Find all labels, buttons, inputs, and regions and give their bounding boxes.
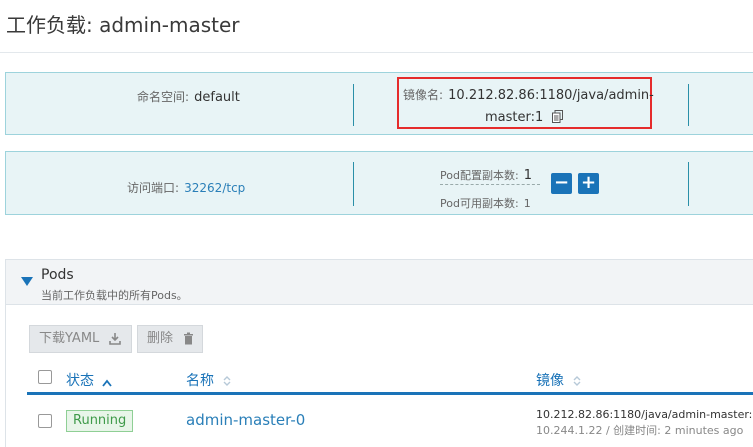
namespace-value: default xyxy=(194,90,240,105)
status-badge: Running xyxy=(66,410,134,432)
pod-image-value: 10.212.82.86:1180/java/admin-master:1 xyxy=(536,408,753,421)
pod-config-label: Pod配置副本数: xyxy=(440,169,519,182)
collapse-caret-icon[interactable] xyxy=(21,277,33,286)
pod-config-value: 1 xyxy=(523,168,533,183)
namespace-label: 命名空间: xyxy=(137,90,190,104)
delete-label: 删除 xyxy=(147,331,174,346)
download-icon xyxy=(109,333,122,345)
image-column-header[interactable]: 镜像 xyxy=(536,370,582,390)
panel-divider xyxy=(353,162,354,206)
pods-title: Pods xyxy=(41,267,74,283)
row-select-checkbox[interactable] xyxy=(38,414,52,428)
decrease-replicas-button[interactable]: − xyxy=(551,173,572,194)
download-yaml-label: 下载YAML xyxy=(39,331,100,346)
image-value-line1: 10.212.82.86:1180/java/admin- xyxy=(448,88,654,103)
workload-info-panel: 命名空间: default 镜像名: 10.212.82.86:1180/jav… xyxy=(5,72,753,135)
sort-icon xyxy=(223,376,231,386)
pod-config-field: Pod配置副本数: 1 xyxy=(440,164,532,183)
status-column-label: 状态 xyxy=(66,373,94,389)
panel-divider xyxy=(688,84,689,126)
sort-icon xyxy=(102,379,113,387)
panel-divider xyxy=(353,84,354,126)
workload-scale-panel: 访问端口: 32262/tcp Pod配置副本数: 1 Pod可用副本数: 1 … xyxy=(5,151,753,215)
panel-divider xyxy=(688,162,689,206)
name-column-header[interactable]: 名称 xyxy=(186,370,232,390)
image-label: 镜像名: xyxy=(403,88,444,102)
status-column-header[interactable]: 状态 xyxy=(66,370,113,390)
port-label: 访问端口: xyxy=(127,181,180,195)
pod-available-value: 1 xyxy=(523,197,531,210)
sort-icon xyxy=(573,376,581,386)
image-value-line2: master:1 xyxy=(485,110,544,125)
page-title: 工作负载: admin-master xyxy=(6,13,240,37)
pods-table-header: 状态 名称 镜像 xyxy=(27,365,753,395)
namespace-field: 命名空间: default xyxy=(137,86,240,105)
download-yaml-button[interactable]: 下载YAML xyxy=(29,325,132,353)
pod-available-field: Pod可用副本数: 1 xyxy=(440,192,531,211)
port-link[interactable]: 32262/tcp xyxy=(184,181,245,195)
title-divider xyxy=(0,52,753,53)
copy-icon[interactable] xyxy=(552,108,564,127)
image-highlight-box: 镜像名: 10.212.82.86:1180/java/admin- maste… xyxy=(397,77,654,129)
port-field: 访问端口: 32262/tcp xyxy=(127,177,245,196)
pod-meta-value: 10.244.1.22 / 创建时间: 2 minutes ago xyxy=(536,424,744,437)
delete-button[interactable]: 删除 xyxy=(137,325,203,353)
image-column-label: 镜像 xyxy=(536,373,564,389)
pods-subtitle: 当前工作负载中的所有Pods。 xyxy=(41,289,188,302)
pod-name-link[interactable]: admin-master-0 xyxy=(186,411,305,429)
increase-replicas-button[interactable]: + xyxy=(578,173,599,194)
select-all-checkbox[interactable] xyxy=(38,370,52,384)
dashed-divider xyxy=(440,184,540,185)
pod-available-label: Pod可用副本数: xyxy=(440,197,519,210)
name-column-label: 名称 xyxy=(186,373,214,389)
pods-section-header[interactable]: Pods 当前工作负载中的所有Pods。 xyxy=(6,260,753,305)
trash-icon xyxy=(184,332,194,345)
